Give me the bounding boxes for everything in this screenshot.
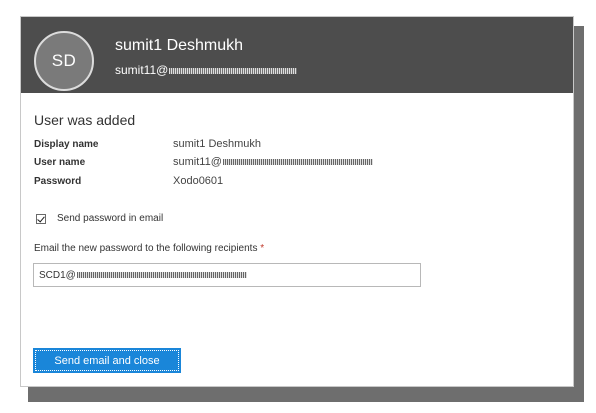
page-title: User was added: [34, 112, 136, 128]
header-email: sumit11@: [115, 63, 298, 77]
redacted-email-mark: [169, 67, 298, 74]
password-value: Xodo0601: [173, 175, 224, 187]
header-display-name: sumit1 Deshmukh: [115, 37, 244, 54]
required-marker: *: [260, 243, 265, 254]
user-name-prefix: sumit11@: [173, 156, 222, 168]
password-label: Password: [34, 176, 82, 187]
recipients-input-value: SCD1@: [39, 269, 76, 281]
redacted-recipient-mark: [76, 272, 247, 278]
display-name-value: sumit1 Deshmukh: [173, 138, 262, 150]
display-name-label: Display name: [34, 139, 99, 150]
user-added-dialog: SD sumit1 Deshmukh sumit11@ User was add…: [20, 16, 574, 387]
send-email-and-close-button[interactable]: Send email and close: [33, 348, 181, 373]
send-password-checkbox[interactable]: [36, 213, 46, 224]
send-email-and-close-label: Send email and close: [54, 354, 160, 367]
avatar: SD: [34, 31, 94, 91]
send-password-label: Send password in email: [57, 213, 164, 224]
header-email-prefix: sumit11@: [115, 63, 169, 77]
dialog-header: SD sumit1 Deshmukh sumit11@: [21, 17, 573, 93]
user-name-value: sumit11@: [173, 156, 373, 168]
recipients-label: Email the new password to the following …: [34, 243, 264, 254]
send-password-row: Send password in email: [36, 213, 163, 224]
redacted-username-mark: [222, 159, 373, 166]
recipients-label-text: Email the new password to the following …: [34, 243, 258, 254]
avatar-initials: SD: [51, 51, 77, 70]
user-name-label: User name: [34, 157, 86, 168]
recipients-input[interactable]: SCD1@: [33, 263, 421, 287]
